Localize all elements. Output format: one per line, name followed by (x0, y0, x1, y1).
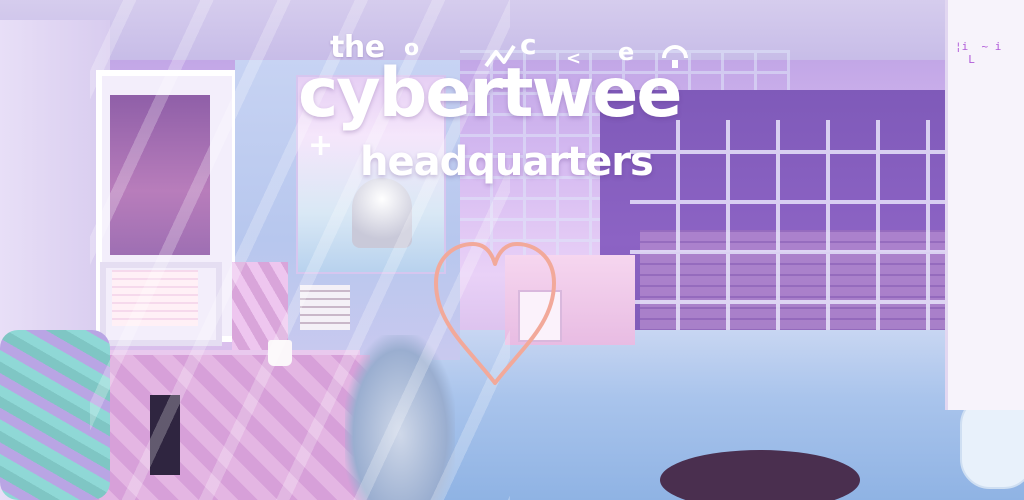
heart-icon (434, 242, 556, 385)
title-cybertwee: cybertwee (298, 54, 683, 133)
game-scene[interactable]: ¦i ~ i L the o c < e cybertwee + headqua… (0, 0, 1024, 500)
heart-button[interactable] (428, 238, 562, 388)
title-headquarters: headquarters (360, 139, 654, 185)
right-panel-text: ¦i ~ i L (955, 40, 1002, 66)
deco-plus: + (308, 128, 334, 163)
